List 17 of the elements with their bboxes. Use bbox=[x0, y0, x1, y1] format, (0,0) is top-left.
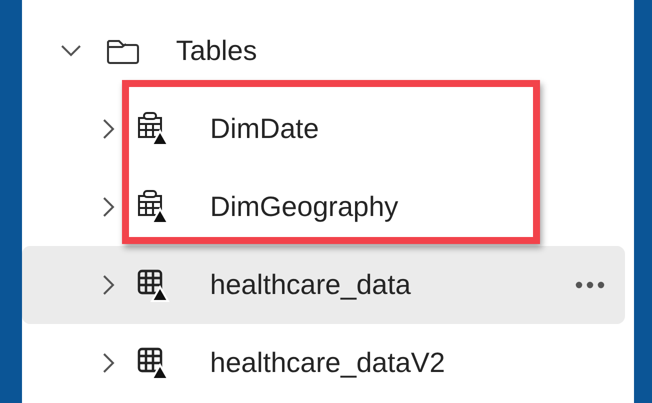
chevron-right-icon[interactable] bbox=[102, 352, 116, 374]
item-label: Tables bbox=[176, 35, 257, 67]
chevron-right-icon[interactable] bbox=[102, 118, 116, 140]
item-label: healthcare_data bbox=[210, 269, 411, 301]
tree-item[interactable]: DimGeography bbox=[22, 168, 625, 246]
chevron-down-icon[interactable] bbox=[60, 44, 82, 58]
item-label: DimGeography bbox=[210, 191, 398, 223]
tree-item[interactable]: DimDate bbox=[22, 90, 625, 168]
table-icon bbox=[136, 268, 170, 302]
folder-icon bbox=[106, 37, 140, 65]
chevron-right-icon[interactable] bbox=[102, 274, 116, 296]
item-label: DimDate bbox=[210, 113, 319, 145]
more-icon[interactable] bbox=[575, 281, 605, 289]
chevron-right-icon[interactable] bbox=[102, 196, 116, 218]
tree-item[interactable]: healthcare_dataV2 bbox=[22, 324, 625, 402]
item-label: healthcare_dataV2 bbox=[210, 347, 446, 379]
tree-item[interactable]: healthcare_data bbox=[22, 246, 625, 324]
